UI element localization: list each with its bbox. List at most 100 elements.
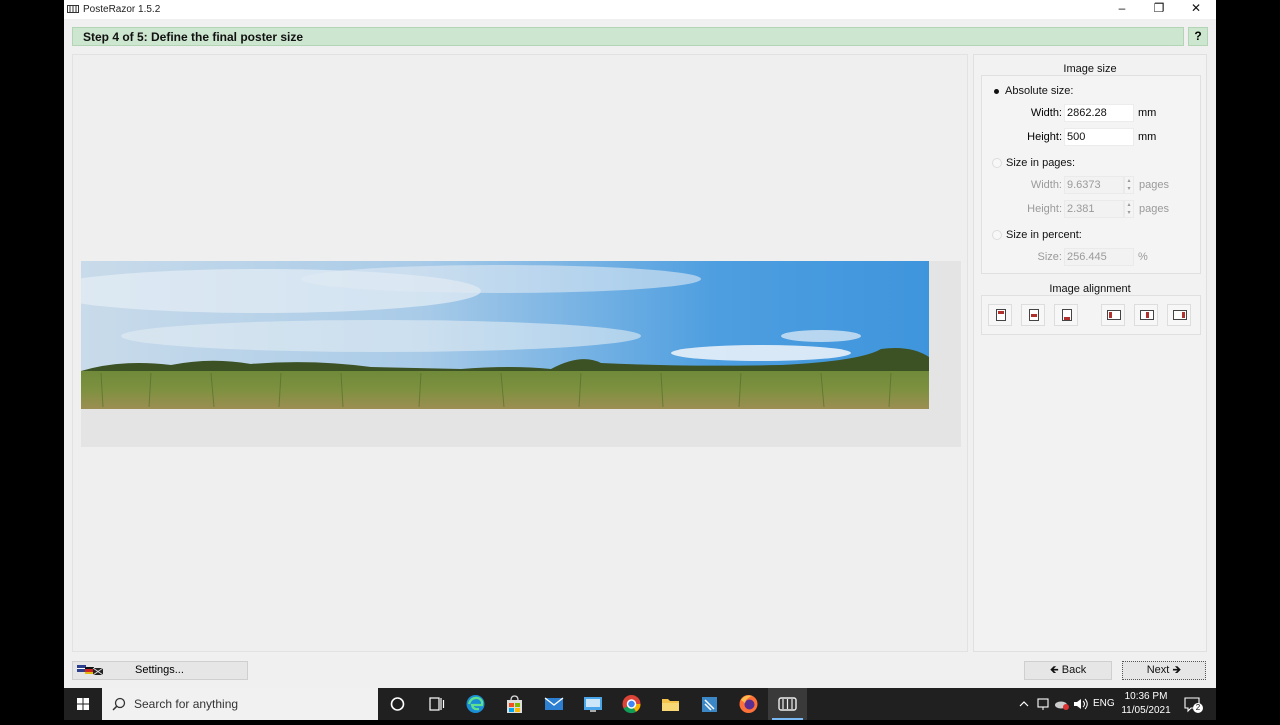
network-icon: [1037, 698, 1049, 710]
cortana-button[interactable]: [378, 688, 417, 720]
store-icon: [507, 695, 522, 713]
size-in-percent-label: Size in percent:: [1006, 229, 1082, 241]
search-icon: [112, 697, 126, 711]
percent-size-field[interactable]: 256.445: [1064, 248, 1134, 266]
pages-height-spinner[interactable]: ▴ ▾: [1124, 200, 1134, 218]
chrome-icon: [622, 695, 641, 714]
network-tray-button[interactable]: [1034, 688, 1054, 720]
posterazor-taskbar-button[interactable]: [768, 688, 807, 720]
posterazor-window: PosteRazor 1.5.2 – ❐ ✕ Step 4 of 5: Defi…: [64, 0, 1216, 688]
task-view-icon: [429, 697, 445, 711]
image-size-group: Absolute size: Width: 2862.28 mm Height:…: [981, 75, 1201, 274]
speaker-icon: [1074, 698, 1088, 710]
mail-taskbar-button[interactable]: [534, 688, 573, 720]
align-hcenter-icon: [1140, 310, 1154, 320]
percent-size-unit: %: [1138, 251, 1148, 263]
volume-tray-button[interactable]: [1070, 688, 1092, 720]
image-alignment-group: [981, 295, 1201, 335]
next-arrow-icon: 🡺: [1172, 664, 1182, 676]
minimize-button[interactable]: –: [1104, 0, 1140, 19]
align-left-button[interactable]: [1101, 304, 1125, 326]
align-bottom-button[interactable]: [1054, 304, 1078, 326]
editor-icon: [702, 697, 717, 712]
poster-area: [81, 261, 961, 447]
align-hcenter-button[interactable]: [1134, 304, 1158, 326]
size-in-pages-label: Size in pages:: [1006, 157, 1076, 169]
title-bar: PosteRazor 1.5.2 – ❐ ✕: [64, 0, 1216, 19]
pages-width-unit: pages: [1139, 179, 1169, 191]
clock-date: 11/05/2021: [1121, 705, 1171, 716]
windows-logo-icon: [77, 698, 89, 710]
step-title-bar: Step 4 of 5: Define the final poster siz…: [72, 27, 1184, 46]
store-taskbar-button[interactable]: [495, 688, 534, 720]
absolute-width-label: Width:: [1030, 107, 1062, 119]
size-in-percent-radio[interactable]: Size in percent:: [992, 229, 1082, 241]
image-alignment-title: Image alignment: [1049, 283, 1131, 295]
file-explorer-taskbar-button[interactable]: [651, 688, 690, 720]
pages-width-field[interactable]: 9.6373: [1064, 176, 1124, 194]
chrome-taskbar-button[interactable]: [612, 688, 651, 720]
firefox-icon: [739, 695, 758, 713]
posterazor-icon: [778, 697, 797, 711]
align-top-button[interactable]: [988, 304, 1012, 326]
start-button[interactable]: [64, 688, 102, 720]
radio-unselected-icon: [992, 230, 1002, 240]
show-hidden-icons-button[interactable]: [1014, 688, 1034, 720]
task-view-button[interactable]: [417, 688, 456, 720]
absolute-size-radio[interactable]: Absolute size:: [992, 85, 1073, 97]
search-placeholder: Search for anything: [134, 697, 239, 711]
posterazor-app-icon: [67, 5, 79, 13]
help-button[interactable]: ?: [1188, 27, 1208, 46]
notifications-button[interactable]: 2: [1180, 688, 1204, 720]
align-left-icon: [1107, 310, 1121, 320]
pages-height-unit: pages: [1139, 203, 1169, 215]
back-button[interactable]: 🡸 Back: [1024, 661, 1112, 680]
remote-desktop-taskbar-button[interactable]: [573, 688, 612, 720]
align-bottom-icon: [1062, 309, 1072, 321]
settings-panel: Image size Absolute size: Width: 2862.28…: [973, 54, 1207, 652]
pages-height-field[interactable]: 2.381: [1064, 200, 1124, 218]
sublime-taskbar-button[interactable]: [690, 688, 729, 720]
align-top-icon: [996, 309, 1006, 321]
percent-size-label: Size:: [1037, 251, 1062, 263]
chevron-up-icon: [1019, 701, 1029, 707]
edge-icon: [466, 695, 485, 713]
settings-button[interactable]: Settings...: [72, 661, 248, 680]
clock[interactable]: 10:36 PM 11/05/2021: [1120, 688, 1172, 720]
close-button[interactable]: ✕: [1178, 0, 1214, 19]
cloud-sync-icon: [1055, 701, 1069, 710]
window-title: PosteRazor 1.5.2: [83, 4, 161, 15]
folder-icon: [662, 699, 679, 711]
align-right-button[interactable]: [1167, 304, 1191, 326]
absolute-size-label: Absolute size:: [1005, 85, 1074, 97]
cloud-tray-button[interactable]: [1052, 688, 1072, 720]
clock-time: 10:36 PM: [1124, 691, 1168, 702]
pages-width-label: Width:: [1030, 179, 1062, 191]
windows-taskbar: Search for anything ENG 10:36 PM 11/05/2…: [64, 688, 1216, 720]
pages-height-label: Height:: [1027, 203, 1062, 215]
language-indicator[interactable]: ENG: [1093, 688, 1115, 720]
settings-label: Settings...: [135, 664, 184, 676]
notification-count-badge: 2: [1193, 703, 1203, 713]
absolute-height-field[interactable]: 500: [1064, 128, 1134, 146]
align-vcenter-button[interactable]: [1021, 304, 1045, 326]
next-button[interactable]: Next 🡺: [1122, 661, 1206, 680]
remote-desktop-icon: [584, 697, 602, 712]
radio-selected-icon: [994, 88, 999, 94]
mail-icon: [544, 697, 564, 710]
edge-taskbar-button[interactable]: [456, 688, 495, 720]
align-right-icon: [1173, 310, 1187, 320]
back-label: Back: [1061, 664, 1087, 676]
next-label: Next: [1146, 664, 1170, 676]
poster-preview: [72, 54, 968, 652]
language-flags-icon: [77, 665, 104, 676]
maximize-button[interactable]: ❐: [1141, 0, 1177, 19]
firefox-taskbar-button[interactable]: [729, 688, 768, 720]
cortana-icon: [390, 697, 405, 711]
pages-width-spinner[interactable]: ▴ ▾: [1124, 176, 1134, 194]
absolute-height-label: Height:: [1027, 131, 1062, 143]
absolute-width-unit: mm: [1138, 107, 1157, 119]
taskbar-search-box[interactable]: Search for anything: [102, 688, 378, 720]
absolute-width-field[interactable]: 2862.28: [1064, 104, 1134, 122]
size-in-pages-radio[interactable]: Size in pages:: [992, 157, 1075, 169]
